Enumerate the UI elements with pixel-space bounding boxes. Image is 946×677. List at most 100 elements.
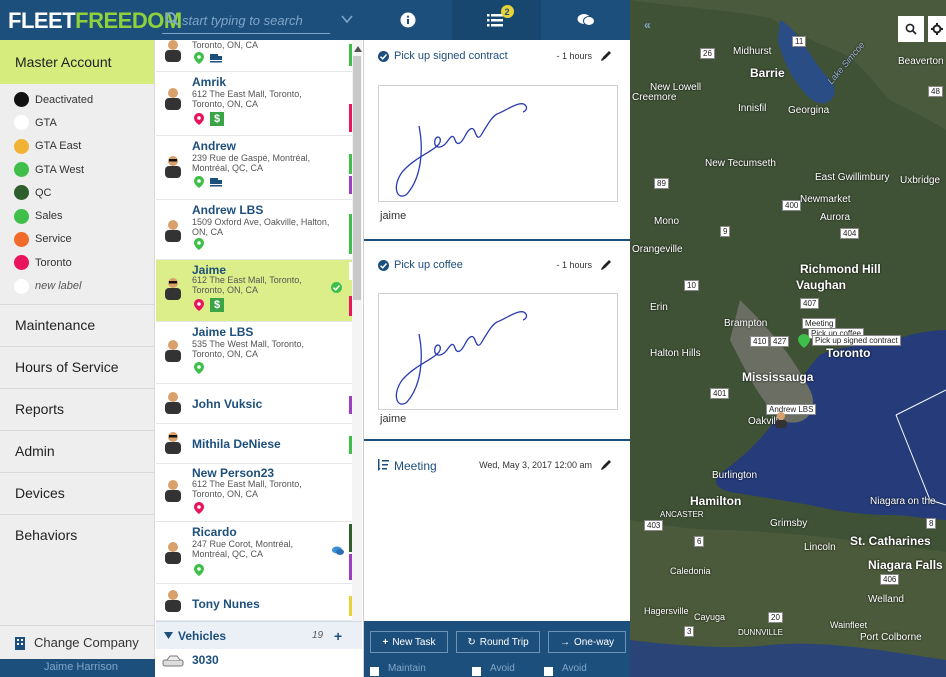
label-qc[interactable]: QC xyxy=(0,181,154,204)
location-pin-icon xyxy=(194,502,204,514)
map-city-label: Wainfleet xyxy=(830,620,868,630)
driver-item[interactable]: Andrew 239 Rue de Gaspé, Montréal, Montr… xyxy=(156,136,352,200)
driver-item[interactable]: New Person23 612 The East Mall, Toronto,… xyxy=(156,464,352,522)
search-box xyxy=(160,6,360,34)
chat-bubble-icon[interactable] xyxy=(332,546,344,556)
search-input[interactable] xyxy=(182,10,332,30)
driver-list: Toronto, ON, CA Amrik 612 The East Mall,… xyxy=(156,40,362,677)
driver-status-icons xyxy=(194,238,204,250)
round-trip-button[interactable]: ↻ Round Trip xyxy=(456,631,540,653)
label-gta-west[interactable]: GTA West xyxy=(0,158,154,181)
check-circle-icon xyxy=(378,260,389,271)
add-vehicle-button[interactable]: + xyxy=(334,628,342,644)
driver-map-avatar-icon[interactable] xyxy=(774,412,788,428)
label-sales[interactable]: Sales xyxy=(0,204,154,227)
nav-behaviors[interactable]: Behaviors xyxy=(0,513,154,556)
label-name: Deactivated xyxy=(35,93,94,106)
nav-admin[interactable]: Admin xyxy=(0,429,154,472)
driver-avatar-icon xyxy=(165,278,181,300)
map-marker-pick-up-signed-contract[interactable]: Pick up signed contract xyxy=(812,335,901,346)
task-card[interactable]: Meeting Wed, May 3, 2017 12:00 am xyxy=(364,441,631,491)
fleetfreedom-logo[interactable]: FLEETFREEDOM xyxy=(8,8,182,34)
driver-item[interactable]: Mithila DeNiese xyxy=(156,424,352,464)
avoid-checkbox-2[interactable] xyxy=(544,667,553,676)
map-city-label: ANCASTER xyxy=(660,510,704,519)
task-header: Pick up coffee - 1 hours xyxy=(378,259,618,275)
task-card[interactable]: Pick up signed contract - 1 hours jaime xyxy=(364,40,631,241)
master-account[interactable]: Master Account xyxy=(0,40,154,84)
label-color-dot xyxy=(14,138,29,154)
driver-item[interactable]: John Vuksic xyxy=(156,384,352,424)
driver-address: 247 Rue Corot, Montréal, Montréal, QC, C… xyxy=(192,539,294,559)
app-window: FLEETFREEDOM start typing to search 2 Ma… xyxy=(0,0,946,677)
search-icon xyxy=(905,23,917,35)
driver-address: 239 Rue de Gaspé, Montréal, Montréal, QC… xyxy=(192,153,311,173)
label-gta[interactable]: GTA xyxy=(0,111,154,134)
caret-down-icon[interactable] xyxy=(164,632,173,639)
user-bar[interactable]: Jaime Harrison xyxy=(0,659,155,677)
sort-list-icon xyxy=(378,459,389,471)
label-gta-east[interactable]: GTA East xyxy=(0,135,154,158)
driver-item[interactable]: Amrik 612 The East Mall, Toronto, Toront… xyxy=(156,72,352,136)
driver-address: 612 The East Mall, Toronto, Toronto, ON,… xyxy=(192,479,302,499)
map-search-button[interactable] xyxy=(898,16,924,42)
map-city-label: Georgina xyxy=(788,105,830,116)
road-shield: 3 xyxy=(684,626,695,637)
scrollbar-thumb[interactable] xyxy=(353,56,361,300)
one-way-button[interactable]: → One-way xyxy=(548,631,626,653)
driver-name: Tony Nunes xyxy=(192,597,260,611)
new-label[interactable]: new label xyxy=(0,274,154,297)
dollar-icon: $ xyxy=(210,298,224,312)
map-view[interactable]: Midhurst Barrie New Lowell Creemore Inni… xyxy=(630,0,946,677)
chevron-down-icon[interactable] xyxy=(340,12,354,26)
label-deactivated[interactable]: Deactivated xyxy=(0,88,154,111)
collapse-panel-icon[interactable]: « xyxy=(644,18,651,32)
task-time: Wed, May 3, 2017 12:00 am xyxy=(479,460,592,470)
road-shield: 20 xyxy=(768,612,783,623)
label-name: GTA East xyxy=(35,140,82,153)
nav-reports[interactable]: Reports xyxy=(0,387,154,430)
label-toronto[interactable]: Toronto xyxy=(0,251,154,274)
panel-tabs: 2 xyxy=(363,0,630,40)
task-card[interactable]: Pick up coffee - 1 hours jaime xyxy=(364,241,631,441)
map-city-label: Lincoln xyxy=(804,542,836,553)
nav-devices[interactable]: Devices xyxy=(0,471,154,514)
driver-item[interactable]: Toronto, ON, CA xyxy=(156,40,352,72)
driver-avatar-icon xyxy=(165,542,181,564)
driver-item-selected[interactable]: Jaime 612 The East Mall, Toronto, Toront… xyxy=(156,260,352,322)
road-shield: 11 xyxy=(792,36,807,47)
pencil-icon[interactable] xyxy=(600,259,612,271)
avoid-checkbox-1[interactable] xyxy=(472,667,481,676)
driver-item[interactable]: Tony Nunes xyxy=(156,584,352,621)
road-shield: 48 xyxy=(928,86,943,97)
map-city-label: New Tecumseth xyxy=(705,158,776,169)
tab-chat[interactable] xyxy=(541,0,630,40)
tab-tasks[interactable]: 2 xyxy=(452,0,541,40)
label-service[interactable]: Service xyxy=(0,228,154,251)
map-city-label: Toronto xyxy=(826,346,871,360)
road-shield: 427 xyxy=(770,336,790,347)
road-shield: 10 xyxy=(684,280,699,291)
new-task-button[interactable]: + New Task xyxy=(370,631,448,653)
change-company-button[interactable]: Change Company xyxy=(0,625,155,659)
tab-info[interactable] xyxy=(363,0,452,40)
pencil-icon[interactable] xyxy=(600,50,612,62)
task-signer: jaime xyxy=(380,210,407,222)
nav-maintenance[interactable]: Maintenance xyxy=(0,303,154,346)
change-company-label: Change Company xyxy=(34,635,139,650)
driver-avatar-icon xyxy=(165,392,181,414)
driver-item[interactable]: Andrew LBS 1509 Oxford Ave, Oakville, Ha… xyxy=(156,200,352,260)
maintain-checkbox[interactable] xyxy=(370,667,379,676)
nav-hours-of-service[interactable]: Hours of Service xyxy=(0,345,154,388)
scroll-up-icon[interactable] xyxy=(354,46,362,52)
road-shield: 89 xyxy=(654,178,669,189)
map-settings-button[interactable] xyxy=(928,16,946,42)
vehicles-header[interactable]: Vehicles 19 + xyxy=(156,621,362,649)
signature-box xyxy=(378,85,618,202)
pencil-icon[interactable] xyxy=(600,459,612,471)
driver-item[interactable]: Jaime LBS 535 The West Mall, Toronto, To… xyxy=(156,322,352,384)
map-pin-icon[interactable] xyxy=(798,334,810,348)
driver-item[interactable]: Ricardo 247 Rue Corot, Montréal, Montréa… xyxy=(156,522,352,584)
driver-status-icons: $ xyxy=(194,298,224,312)
vehicle-item[interactable]: 3030 xyxy=(156,649,352,677)
